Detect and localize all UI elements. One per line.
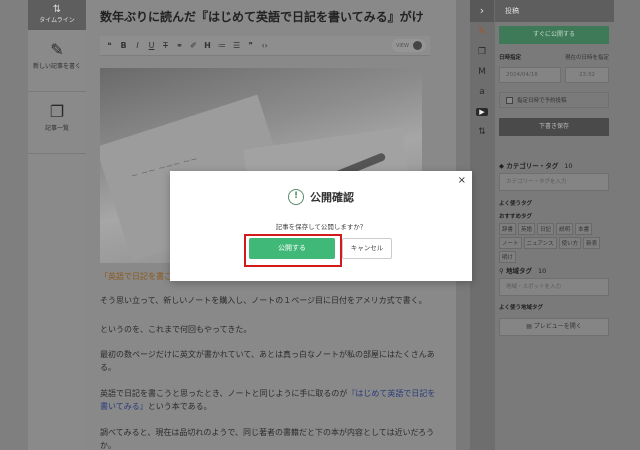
quote-icon[interactable]: ❝ bbox=[106, 41, 113, 50]
tag-chip[interactable]: 辞書 bbox=[499, 223, 517, 235]
link-icon[interactable]: ⚭ bbox=[176, 41, 183, 50]
sidebar-item-post-list[interactable]: ❐ 記事一覧 bbox=[28, 92, 86, 154]
blockquote-icon[interactable]: ❞ bbox=[247, 41, 254, 50]
schedule-label: 日時指定 bbox=[499, 55, 522, 61]
schedule-checkbox[interactable] bbox=[506, 96, 513, 104]
dialog-title: ! 公開確認 bbox=[170, 189, 472, 205]
publish-confirm-dialog: × ! 公開確認 記事を保存して公開しますか？ 公開する キャンセル bbox=[170, 171, 472, 281]
tag-icon: ◆ bbox=[499, 162, 504, 170]
pin-icon: ⚲ bbox=[499, 267, 504, 275]
amazon-icon[interactable]: a bbox=[470, 82, 494, 102]
publish-panel: 投稿 すぐに公開する 日時指定 現在の日時を指定 2024/04/18 23:3… bbox=[494, 0, 614, 450]
frequent-location-label: よく使う地域タグ bbox=[499, 305, 544, 311]
strikethrough-button[interactable]: T bbox=[162, 41, 169, 50]
duplicate-icon[interactable]: ❐ bbox=[470, 42, 494, 62]
bold-button[interactable]: B bbox=[120, 41, 127, 50]
preview-button[interactable]: ▤ プレビューを開く bbox=[499, 318, 609, 336]
location-count: 10 bbox=[538, 267, 547, 275]
time-field[interactable]: 23:32 bbox=[565, 67, 609, 83]
paragraph-text: 英語で日記を書こうと思ったとき、ノートと同じように手に取るのが bbox=[100, 389, 348, 398]
copy-icon: ❐ bbox=[49, 102, 65, 121]
view-toggle[interactable]: VIEW bbox=[392, 39, 426, 52]
tag-chip[interactable]: 新表 bbox=[583, 237, 601, 249]
sidebar-item-label: 記事一覧 bbox=[44, 125, 69, 132]
recommended-tags: 辞書 英語 日記 説明 本書 ノート ニュアンス 使い方 新表 明け bbox=[499, 223, 611, 263]
category-count: 10 bbox=[564, 162, 573, 170]
publish-now-button[interactable]: すぐに公開する bbox=[499, 26, 609, 44]
article-paragraph: 英語で日記を書こうと思ったとき、ノートと同じように手に取るのが『はじめて英語で日… bbox=[100, 387, 436, 413]
category-input[interactable]: カテゴリー・タグを入力 bbox=[499, 173, 609, 191]
set-current-datetime-link[interactable]: 現在の日時を指定 bbox=[565, 53, 609, 61]
cancel-button[interactable]: キャンセル bbox=[342, 238, 392, 259]
left-sidebar: ⇅ タイムライン ✎ 新しい記事を書く ❐ 記事一覧 bbox=[28, 0, 86, 450]
schedule-checkbox-label: 指定日時で予約投稿 bbox=[517, 98, 567, 104]
schedule-row: 日時指定 現在の日時を指定 bbox=[499, 53, 609, 61]
location-input[interactable]: 地域・スポットを入力 bbox=[499, 278, 609, 296]
category-heading: ◆ カテゴリー・タグ 10 bbox=[499, 160, 573, 170]
bullet-list-icon[interactable]: ≔ bbox=[218, 41, 226, 50]
code-icon[interactable]: ‹› bbox=[261, 41, 268, 50]
location-heading-text: 地域タグ bbox=[506, 267, 533, 275]
tag-chip[interactable]: 説明 bbox=[556, 223, 574, 235]
tag-chip[interactable]: 使い方 bbox=[558, 237, 582, 249]
sidebar-item-timeline[interactable]: ⇅ タイムライン bbox=[28, 0, 86, 30]
numbered-list-icon[interactable]: ☰ bbox=[233, 41, 240, 50]
sidebar-item-new-post[interactable]: ✎ 新しい記事を書く bbox=[28, 30, 86, 92]
preview-icon: ▤ bbox=[526, 323, 532, 330]
schedule-checkbox-row[interactable]: 指定日時で予約投稿 bbox=[499, 92, 609, 108]
article-paragraph: というのを、これまで何回もやってきた。 bbox=[100, 325, 252, 334]
edit-panel-icon[interactable]: ✎ bbox=[470, 22, 494, 42]
youtube-icon[interactable]: ▶ bbox=[470, 102, 494, 122]
paragraph-text: という本である。 bbox=[147, 402, 212, 411]
toggle-knob bbox=[413, 41, 422, 50]
sidebar-item-label: タイムライン bbox=[39, 17, 75, 24]
italic-button[interactable]: I bbox=[134, 41, 141, 50]
editor-toolbar: ❝ B I U T ⚭ ✐ H ≔ ☰ ❞ ‹› VIEW bbox=[100, 36, 430, 56]
timeline-icon: ⇅ bbox=[52, 4, 62, 15]
post-title[interactable]: 数年ぶりに読んだ『はじめて英語で日記を書いてみる』がけ bbox=[100, 8, 424, 25]
m-icon[interactable]: M bbox=[470, 62, 494, 82]
dialog-message: 記事を保存して公開しますか？ bbox=[275, 223, 367, 231]
panel-icon-column: › ✎ ❐ M a ▶ ⇅ bbox=[470, 0, 494, 450]
article-paragraph: そう思い立って、新しいノートを購入し、ノートの１ページ目に日付をアメリカ式で書く… bbox=[100, 296, 427, 305]
chevron-right-icon[interactable]: › bbox=[470, 0, 494, 22]
date-field[interactable]: 2024/04/18 bbox=[499, 67, 561, 83]
article-paragraph: 最初の数ページだけに英文が書かれていて、あとは真っ白なノートが私の部屋にはたくさ… bbox=[100, 350, 435, 372]
tag-chip[interactable]: ノート bbox=[499, 237, 522, 249]
heading-button[interactable]: H bbox=[204, 41, 211, 50]
category-heading-text: カテゴリー・タグ bbox=[506, 162, 559, 170]
sidebar-item-label: 新しい記事を書く bbox=[32, 63, 81, 70]
panel-header: 投稿 bbox=[495, 0, 614, 22]
view-toggle-label: VIEW bbox=[396, 42, 409, 49]
dialog-title-text: 公開確認 bbox=[310, 191, 354, 204]
preview-button-label: プレビューを開く bbox=[533, 323, 582, 330]
save-draft-button[interactable]: 下書き保存 bbox=[499, 118, 609, 136]
location-heading: ⚲ 地域タグ 10 bbox=[499, 265, 546, 275]
article-quote: 「英語で日記を書こ bbox=[100, 272, 172, 281]
underline-button[interactable]: U bbox=[148, 41, 155, 50]
publish-confirm-button[interactable]: 公開する bbox=[249, 238, 335, 259]
tag-chip[interactable]: ニュアンス bbox=[523, 237, 557, 249]
tag-chip[interactable]: 英語 bbox=[518, 223, 536, 235]
tag-chip[interactable]: 本書 bbox=[575, 223, 593, 235]
exclamation-icon: ! bbox=[288, 189, 304, 205]
edit-icon: ✎ bbox=[50, 40, 64, 59]
frequent-tags-label: よく使うタグ bbox=[499, 201, 533, 207]
article-paragraph: 調べてみると、現在は品切れのようで、同じ著者の書籍だと下の本が内容としては近いだ… bbox=[100, 428, 435, 450]
close-icon[interactable]: × bbox=[458, 175, 466, 186]
recommended-tags-label: おすすめタグ bbox=[499, 214, 533, 220]
tag-chip[interactable]: 明け bbox=[499, 251, 517, 263]
brush-icon[interactable]: ✐ bbox=[190, 41, 197, 50]
tag-chip[interactable]: 日記 bbox=[537, 223, 555, 235]
sort-icon[interactable]: ⇅ bbox=[470, 122, 494, 142]
left-edge-strip bbox=[0, 0, 28, 450]
